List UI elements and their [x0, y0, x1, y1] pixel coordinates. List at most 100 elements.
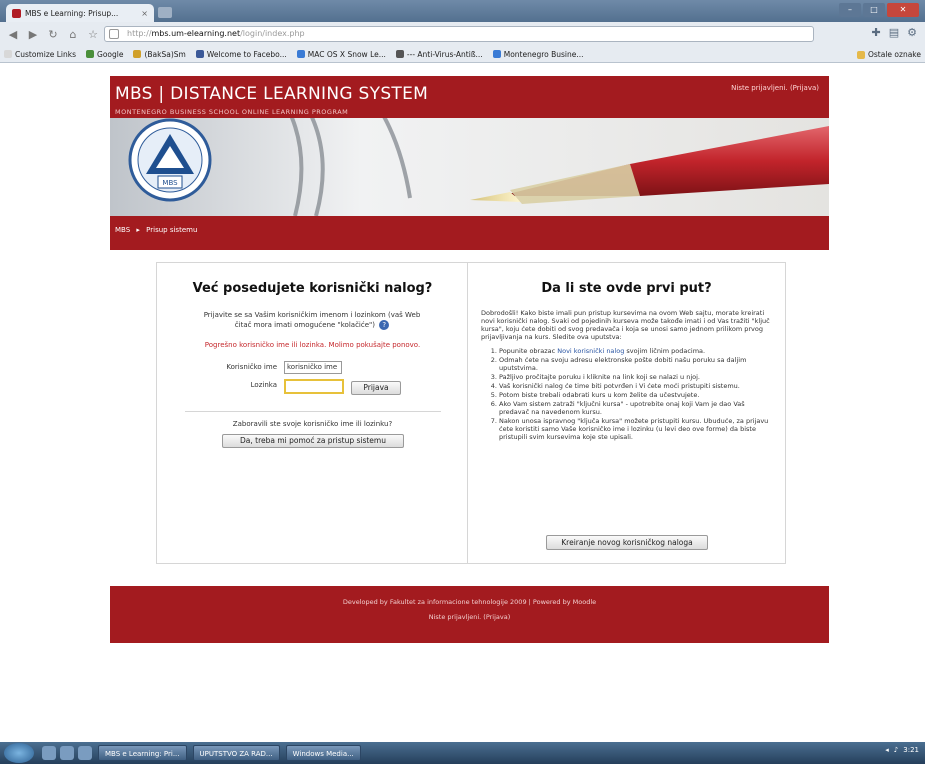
signup-steps: Popunite obrazac Novi korisnički nalog s… [481, 347, 771, 441]
banner-image: MBS [110, 112, 829, 216]
site-page: MBS | DISTANCE LEARNING SYSTEM MONTENEGR… [110, 76, 829, 646]
home-icon[interactable]: ⌂ [66, 28, 80, 41]
bookmark-item[interactable]: (BakSa)Sm [133, 49, 186, 59]
site-footer: Developed by Fakultet za informacione te… [110, 586, 829, 643]
bookmark-label: Google [97, 49, 124, 59]
footer-credits[interactable]: Developed by Fakultet za informacione te… [110, 598, 829, 606]
maximize-icon[interactable]: □ [863, 3, 885, 17]
page-icon [109, 29, 119, 39]
bookmark-label: --- Anti-Virus-Antiß... [406, 49, 483, 59]
signup-step: Vaš korisnički nalog će time biti potvrđ… [499, 382, 771, 390]
footer-login-status[interactable]: Niste prijavljeni. (Prijava) [110, 613, 829, 621]
bookmark-item[interactable]: --- Anti-Virus-Antiß... [395, 49, 483, 59]
site-title: MBS | DISTANCE LEARNING SYSTEM [115, 84, 429, 104]
bookmark-icon [4, 50, 12, 58]
signup-text: Dobrodošli! Kako biste imali pun pristup… [481, 309, 771, 442]
breadcrumb-bar: MBS ▸ Prisup sistemu [110, 216, 829, 250]
taskbar-button[interactable]: Windows Media... [285, 745, 361, 761]
address-path: /login/index.php [240, 29, 305, 38]
username-input[interactable]: korisničko ime [284, 361, 342, 374]
nav-buttons: ◀ ▶ ↻ ⌂ ☆ [6, 28, 100, 41]
quick-launch-icon[interactable] [60, 746, 74, 760]
banner-illustration: MBS [110, 112, 829, 216]
close-tab-icon[interactable]: × [141, 9, 148, 18]
address-bar[interactable]: http://mbs.um-elearning.net/login/index.… [104, 26, 814, 42]
tab-strip: MBS e Learning: Prisup... × – □ ✕ [0, 0, 925, 22]
bookmark-label: Welcome to Facebo... [206, 49, 287, 59]
pin-icon[interactable]: ✚ [872, 26, 881, 39]
start-button[interactable] [4, 743, 34, 763]
volume-icon[interactable]: ♪ [894, 746, 898, 754]
bookmark-label: Customize Links [15, 49, 77, 59]
bookmark-icon [395, 50, 404, 58]
reload-icon[interactable]: ↻ [46, 28, 60, 41]
breadcrumb-separator: ▸ [136, 226, 140, 234]
quick-launch-icon[interactable] [42, 746, 56, 760]
signup-step: Odmah ćete na svoju adresu elektronske p… [499, 356, 771, 372]
browser-tab[interactable]: MBS e Learning: Prisup... × [6, 4, 154, 22]
create-account-button[interactable]: Kreiranje novog korisničkog naloga [546, 535, 708, 550]
tab-title: MBS e Learning: Prisup... [25, 8, 119, 18]
forgot-button[interactable]: Da, treba mi pomoć za pristup sistemu [222, 434, 404, 448]
forward-icon[interactable]: ▶ [26, 28, 40, 41]
minimize-icon[interactable]: – [839, 3, 861, 17]
favicon-icon [12, 8, 21, 18]
bookmark-label: MAC OS X Snow Le... [307, 49, 386, 59]
page-menu-icon[interactable]: ▤ [889, 26, 899, 39]
breadcrumb-home[interactable]: MBS [115, 226, 130, 234]
signup-step: Ako Vam sistem zatraži "ključni kursa" -… [499, 400, 771, 416]
signup-panel: Da li ste ovde prvi put? Dobrodošli! Kak… [468, 263, 785, 563]
quick-launch-icon[interactable] [78, 746, 92, 760]
quick-launch [42, 746, 92, 760]
folder-icon [857, 50, 865, 59]
bookmark-icon [195, 50, 204, 58]
taskbar-button[interactable]: UPUTSTVO ZA RAD... [192, 745, 280, 761]
signup-step: Nakon unosa ispravnog "ključa kursa" mož… [499, 417, 771, 441]
other-bookmarks[interactable]: Ostale oznake [857, 50, 921, 59]
bookmark-item[interactable]: Welcome to Facebo... [195, 49, 287, 59]
main-content: Već posedujete korisnički nalog? Prijavi… [110, 250, 829, 586]
new-account-link[interactable]: Novi korisnički nalog [557, 347, 624, 355]
breadcrumb-current: Prisup sistemu [146, 226, 198, 234]
bookmark-icon [86, 50, 95, 58]
signup-paragraph: Dobrodošli! Kako biste imali pun pristup… [481, 309, 770, 341]
close-window-icon[interactable]: ✕ [887, 3, 919, 17]
login-box: Već posedujete korisnički nalog? Prijavi… [156, 262, 786, 564]
taskbar-button[interactable]: MBS e Learning: Pri... [98, 745, 187, 761]
password-input[interactable] [284, 379, 344, 394]
back-icon[interactable]: ◀ [6, 28, 20, 41]
taskbar: MBS e Learning: Pri... UPUTSTVO ZA RAD..… [0, 742, 925, 764]
other-bookmarks-label: Ostale oznake [868, 50, 921, 59]
new-tab-button[interactable] [158, 7, 172, 18]
login-heading: Već posedujete korisnički nalog? [192, 281, 433, 296]
login-intro: Prijavite se sa Vašim korisničkim imenom… [197, 311, 427, 330]
step-text: svojim ličnim podacima. [624, 347, 706, 355]
bookmark-item[interactable]: MAC OS X Snow Le... [296, 49, 386, 59]
bookmark-item[interactable]: Google [86, 50, 123, 59]
page-viewport: MBS | DISTANCE LEARNING SYSTEM MONTENEGR… [0, 63, 925, 742]
toolbar-right: ✚ ▤ ⚙ [872, 26, 918, 39]
bookmarks-bar: Customize Links Google (BakSa)Sm Welcome… [0, 46, 925, 63]
site-banner: MBS | DISTANCE LEARNING SYSTEM MONTENEGR… [110, 76, 829, 216]
bookmark-label: (BakSa)Sm [144, 49, 186, 59]
address-scheme: http:// [127, 29, 152, 38]
login-panel: Već posedujete korisnički nalog? Prijavi… [157, 263, 468, 563]
bookmark-icon [492, 50, 501, 58]
browser-window: MBS e Learning: Prisup... × – □ ✕ ◀ ▶ ↻ … [0, 0, 925, 764]
star-icon[interactable]: ☆ [86, 28, 100, 41]
forgot-question: Zaboravili ste svoje korisničko ime ili … [232, 420, 393, 428]
clock[interactable]: 3:21 [903, 746, 919, 754]
logo-text: MBS [162, 179, 178, 187]
tray-icon[interactable]: ◂ [885, 746, 889, 754]
login-error: Pogrešno korisničko ime ili lozinka. Mol… [204, 341, 421, 349]
bookmark-item[interactable]: Customize Links [4, 50, 76, 59]
site-subtitle: MONTENEGRO BUSINESS SCHOOL ONLINE LEARNI… [115, 108, 349, 116]
system-tray: ◂ ♪ 3:21 [885, 746, 919, 754]
help-icon[interactable]: ? [379, 320, 390, 330]
wrench-icon[interactable]: ⚙ [907, 26, 917, 39]
username-label: Korisničko ime [226, 363, 277, 371]
login-button[interactable]: Prijava [351, 381, 401, 395]
login-status[interactable]: Niste prijavljeni. (Prijava) [731, 84, 819, 92]
bookmark-item[interactable]: Montenegro Busine... [492, 50, 584, 59]
address-host: mbs.um-elearning.net [151, 29, 241, 38]
